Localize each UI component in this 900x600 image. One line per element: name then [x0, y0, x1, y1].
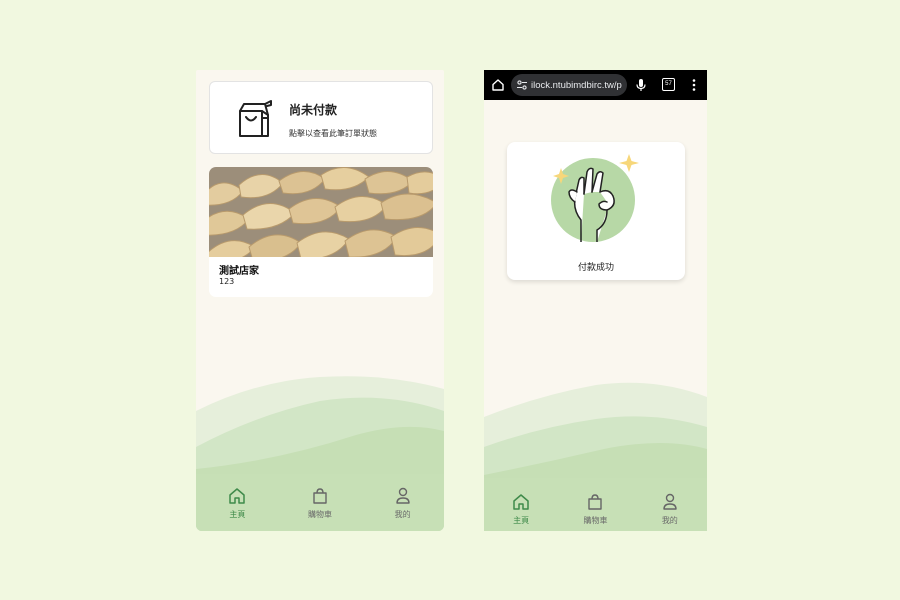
microphone-icon[interactable] [634, 78, 648, 92]
nav-cart[interactable]: 購物車 [565, 492, 625, 526]
nav-cart-label: 購物車 [583, 516, 608, 525]
more-menu-icon[interactable] [689, 78, 699, 92]
order-status-title: 尚未付款 [289, 103, 338, 117]
nav-profile[interactable]: 我的 [373, 486, 433, 520]
browser-toolbar: ilock.ntubimdbirc.tw/p 57 [484, 70, 707, 100]
nav-cart[interactable]: 購物車 [290, 486, 350, 520]
nav-home[interactable]: 主頁 [207, 486, 267, 520]
store-name: 測試店家 [219, 266, 259, 277]
payment-success-text: 付款成功 [577, 263, 614, 273]
payment-success-card: 付款成功 [507, 142, 685, 280]
url-text: ilock.ntubimdbirc.tw/p [531, 79, 622, 91]
nav-profile[interactable]: 我的 [640, 492, 700, 526]
bottom-navigation: 主頁 購物車 我的 [196, 474, 444, 531]
nav-home-label: 主頁 [513, 516, 530, 525]
bottom-navigation: 主頁 購物車 我的 [484, 478, 707, 531]
nav-cart-label: 購物車 [307, 510, 332, 519]
person-icon [395, 487, 410, 504]
order-status-subtitle: 點擊以查看此筆訂單狀態 [289, 129, 377, 138]
right-phone-screen: ilock.ntubimdbirc.tw/p 57 付款成功 主頁 購物車 我的 [484, 70, 707, 531]
site-settings-icon[interactable] [516, 79, 528, 91]
tabs-icon[interactable]: 57 [662, 78, 675, 91]
store-description: 123 [219, 277, 235, 286]
nav-profile-label: 我的 [394, 510, 411, 519]
left-phone-screen: 尚未付款 點擊以查看此筆訂單狀態 測試店家 123 主頁 購物車 我的 [196, 70, 444, 531]
person-icon [663, 493, 677, 510]
shopping-bag-icon [313, 488, 327, 504]
home-icon [513, 494, 529, 510]
nav-profile-label: 我的 [661, 516, 678, 525]
home-icon [229, 488, 246, 504]
home-icon[interactable] [491, 78, 505, 92]
address-bar[interactable]: ilock.ntubimdbirc.tw/p [511, 74, 627, 96]
shopping-bag-icon [239, 100, 272, 137]
shopping-bag-icon [588, 494, 603, 510]
ok-hand-icon [551, 154, 639, 242]
nav-home-label: 主頁 [229, 510, 246, 519]
nav-home[interactable]: 主頁 [491, 492, 551, 526]
store-card[interactable]: 測試店家 123 [209, 167, 433, 297]
dumplings-photo [209, 167, 433, 257]
unpaid-order-card[interactable]: 尚未付款 點擊以查看此筆訂單狀態 [209, 81, 433, 154]
